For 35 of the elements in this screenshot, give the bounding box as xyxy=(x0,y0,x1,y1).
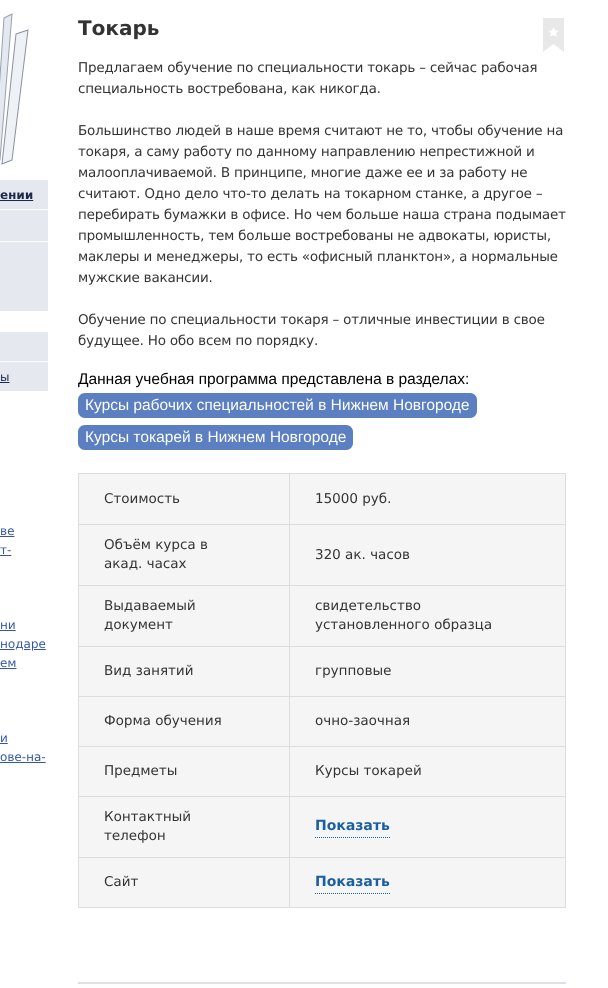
table-cell: Курсы токарей xyxy=(315,762,422,782)
table-cell: Предметы xyxy=(104,762,178,782)
sidebar-link[interactable]: и xyxy=(0,729,48,748)
table-cell: Сайт xyxy=(104,873,138,892)
sidebar-menu-item[interactable] xyxy=(0,332,48,362)
section-tag-link[interactable]: Курсы рабочих специальностей в Нижнем Новгороде xyxy=(78,393,477,418)
paragraph: Обучение по специальности токаря – отличные инвестиции в свое будущее. Но обо всем по порядку. xyxy=(78,311,546,351)
table-cell-text: Контактный телефон xyxy=(104,808,192,846)
table-cell-text: Выдаваемый документ xyxy=(104,597,197,636)
sidebar-menu-item[interactable] xyxy=(0,210,48,242)
table-cell-text: свидетельство установленного образца xyxy=(315,597,494,636)
sidebar-link[interactable]: ве xyxy=(0,522,48,541)
table-cell: Форма обучения xyxy=(104,712,222,732)
sidebar-link[interactable]: ни xyxy=(0,616,48,635)
table-cell: 15000 руб. xyxy=(315,490,392,509)
paragraph: Большинство людей в наше время считают не то, чтобы обучение на токаря, а саму работу по данному направлению непрестижной и малооплачиваемой. В принципе, многие даже ее и за работу не считают. Одно дело что-то делать на токарном станке, а другое – перебирать бумажки в офисе. Но чем больше наша страна подымает промышленность, тем больше востребованы не адвокаты, юристы, маклеры и менеджеры, то есть «офисный планктон», а нормальные мужские вакансии. xyxy=(78,122,566,288)
section-tag-link[interactable]: Курсы токарей в Нижнем Новгороде xyxy=(78,425,354,450)
table-cell: очно-заочная xyxy=(315,712,410,732)
article-title: Токарь xyxy=(78,15,160,42)
sidebar-menu-item[interactable]: ении xyxy=(0,180,48,210)
show-link[interactable]: Показать xyxy=(315,816,390,838)
table-cell: Вид занятий xyxy=(104,662,194,682)
table-cell-text: Объём курса в акад. часах xyxy=(104,536,209,574)
show-link[interactable]: Показать xyxy=(315,872,390,894)
table-cell: 320 ак. часов xyxy=(315,546,410,565)
sidebar-link[interactable]: ем xyxy=(0,654,48,673)
sections-label: Данная учебная программа представлена в разделах: xyxy=(78,370,470,390)
sidebar-link[interactable]: ове-на- xyxy=(0,748,48,767)
sidebar-link[interactable]: т- xyxy=(0,541,48,560)
sidebar-link[interactable]: нодаре xyxy=(0,635,48,654)
table-cell: Стоимость xyxy=(104,490,180,509)
paragraph: Предлагаем обучение по специальности токарь – сейчас рабочая специальность востребована, как никогда. xyxy=(78,59,538,99)
table-cell: групповые xyxy=(315,662,392,682)
sidebar-menu-item[interactable] xyxy=(0,242,48,312)
sidebar-menu-item[interactable]: ы xyxy=(0,362,48,392)
